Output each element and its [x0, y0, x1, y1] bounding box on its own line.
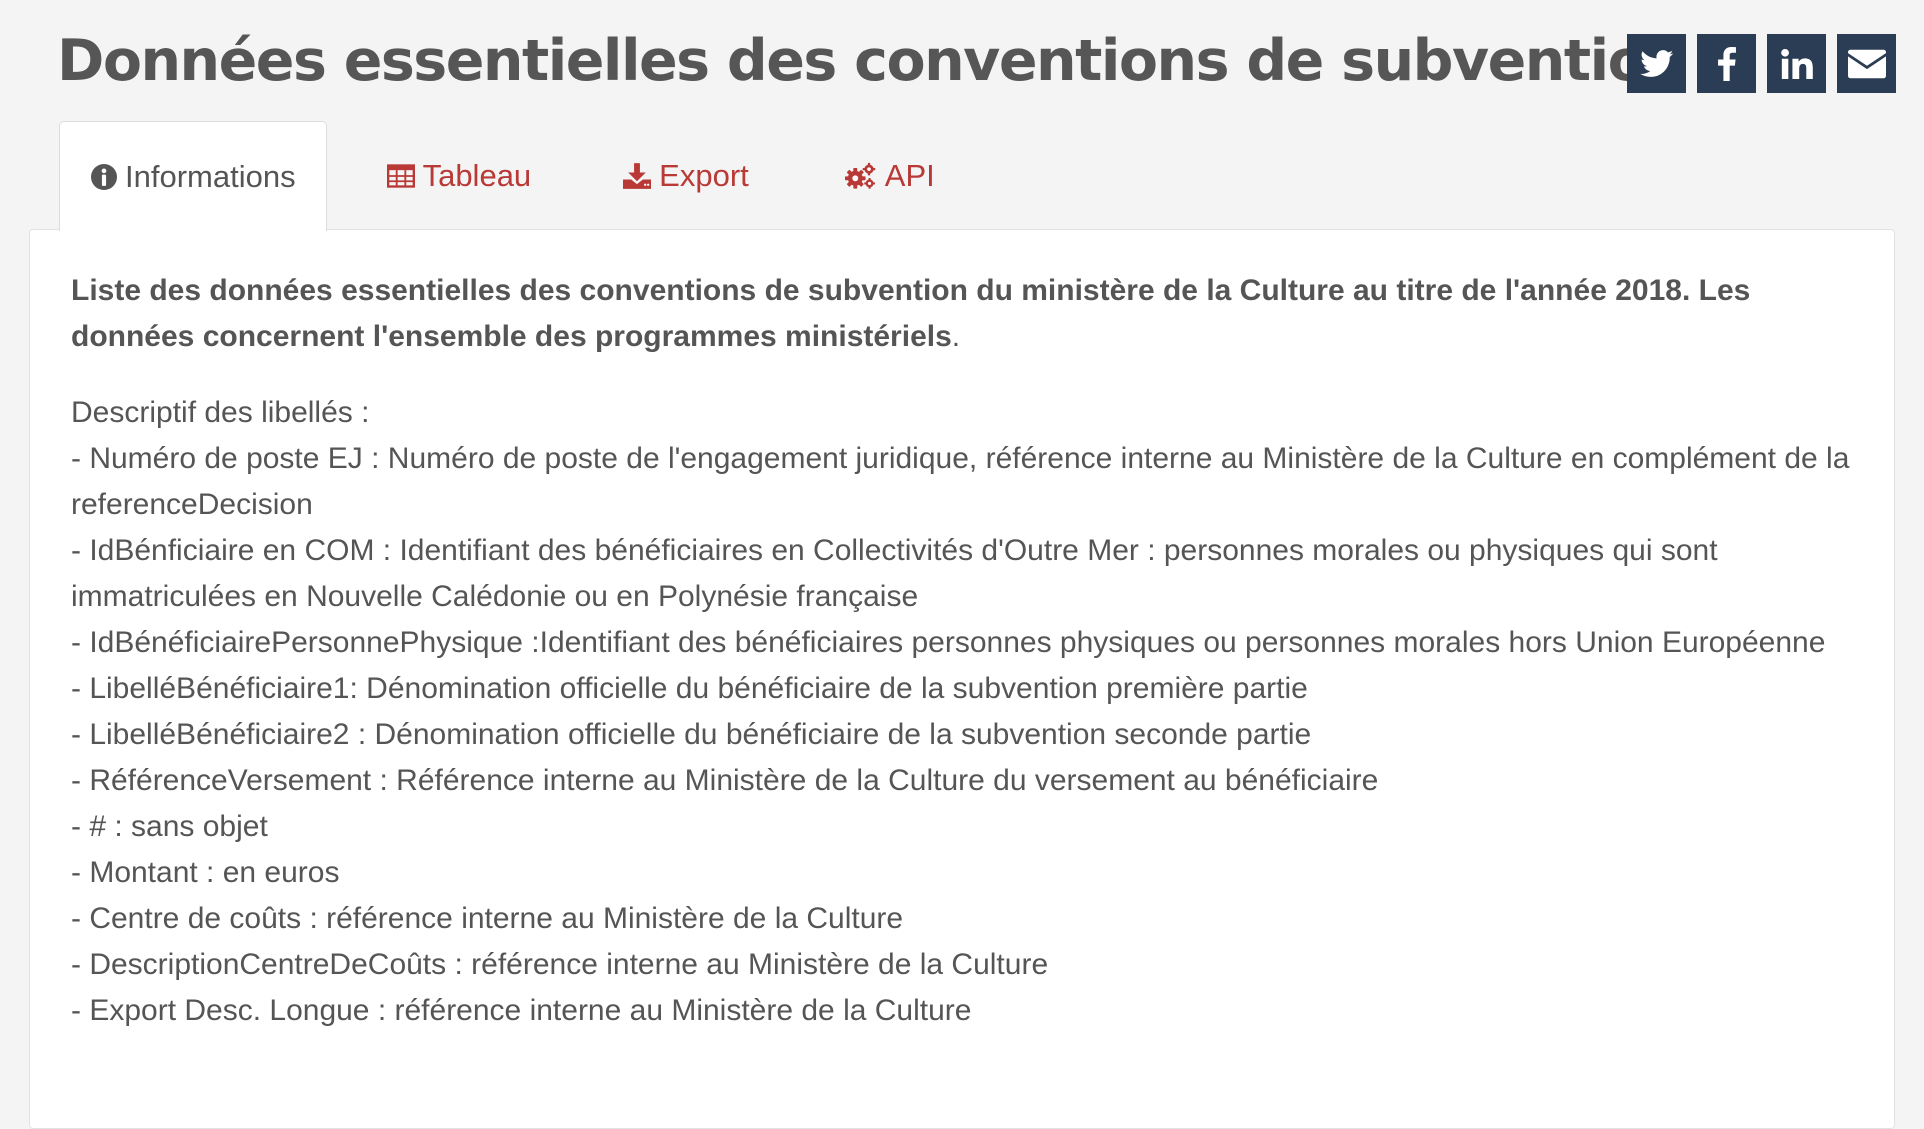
table-icon [386, 163, 415, 188]
dataset-description: Liste des données essentielles des conve… [71, 268, 1861, 1034]
share-bar [1627, 34, 1896, 93]
tab-informations[interactable]: Informations [59, 121, 327, 231]
tab-bar: Informations Tableau Export API [59, 121, 935, 231]
tab-label: Tableau [422, 157, 532, 193]
description-line: - IdBénficiaire en COM : Identifiant des… [71, 534, 1718, 613]
field-descriptions: Descriptif des libellés : - Numéro de po… [71, 390, 1861, 1034]
linkedin-icon [1780, 48, 1813, 79]
intro-tail-text: . [951, 320, 961, 353]
tab-export[interactable]: Export [623, 121, 749, 230]
share-facebook-button[interactable] [1697, 34, 1756, 93]
info-circle-icon [91, 163, 117, 190]
cogs-icon [844, 162, 877, 190]
description-line: - IdBénéficiairePersonnePhysique :Identi… [71, 626, 1826, 659]
description-line: - Numéro de poste EJ : Numéro de poste d… [71, 442, 1850, 521]
twitter-icon [1639, 49, 1673, 77]
share-email-button[interactable] [1837, 34, 1896, 93]
tab-tableau[interactable]: Tableau [386, 121, 532, 230]
description-line: - LibelléBénéficiaire1: Dénomination off… [71, 672, 1308, 705]
informations-panel: Liste des données essentielles des conve… [29, 229, 1895, 1129]
page-title: Données essentielles des conventions de … [57, 28, 1686, 94]
share-linkedin-button[interactable] [1767, 34, 1826, 93]
description-line: - RéférenceVersement : Référence interne… [71, 764, 1379, 797]
dataset-intro: Liste des données essentielles des conve… [71, 268, 1861, 360]
description-line: - Export Desc. Longue : référence intern… [71, 994, 972, 1027]
description-line: - Montant : en euros [71, 856, 340, 889]
description-line: - DescriptionCentreDeCoûts : référence i… [71, 948, 1049, 981]
tab-api[interactable]: API [844, 121, 935, 230]
facebook-icon [1717, 46, 1736, 81]
tab-label: API [884, 157, 935, 193]
intro-bold-text: Liste des données essentielles des conve… [71, 274, 1751, 353]
download-icon [623, 162, 652, 189]
description-line: Descriptif des libellés : [71, 396, 370, 429]
tab-label: Export [659, 157, 749, 193]
email-icon [1847, 49, 1886, 78]
tab-label: Informations [125, 158, 296, 194]
description-line: - LibelléBénéficiaire2 : Dénomination of… [71, 718, 1312, 751]
share-twitter-button[interactable] [1627, 34, 1686, 93]
description-line: - # : sans objet [71, 810, 268, 843]
description-line: - Centre de coûts : référence interne au… [71, 902, 904, 935]
